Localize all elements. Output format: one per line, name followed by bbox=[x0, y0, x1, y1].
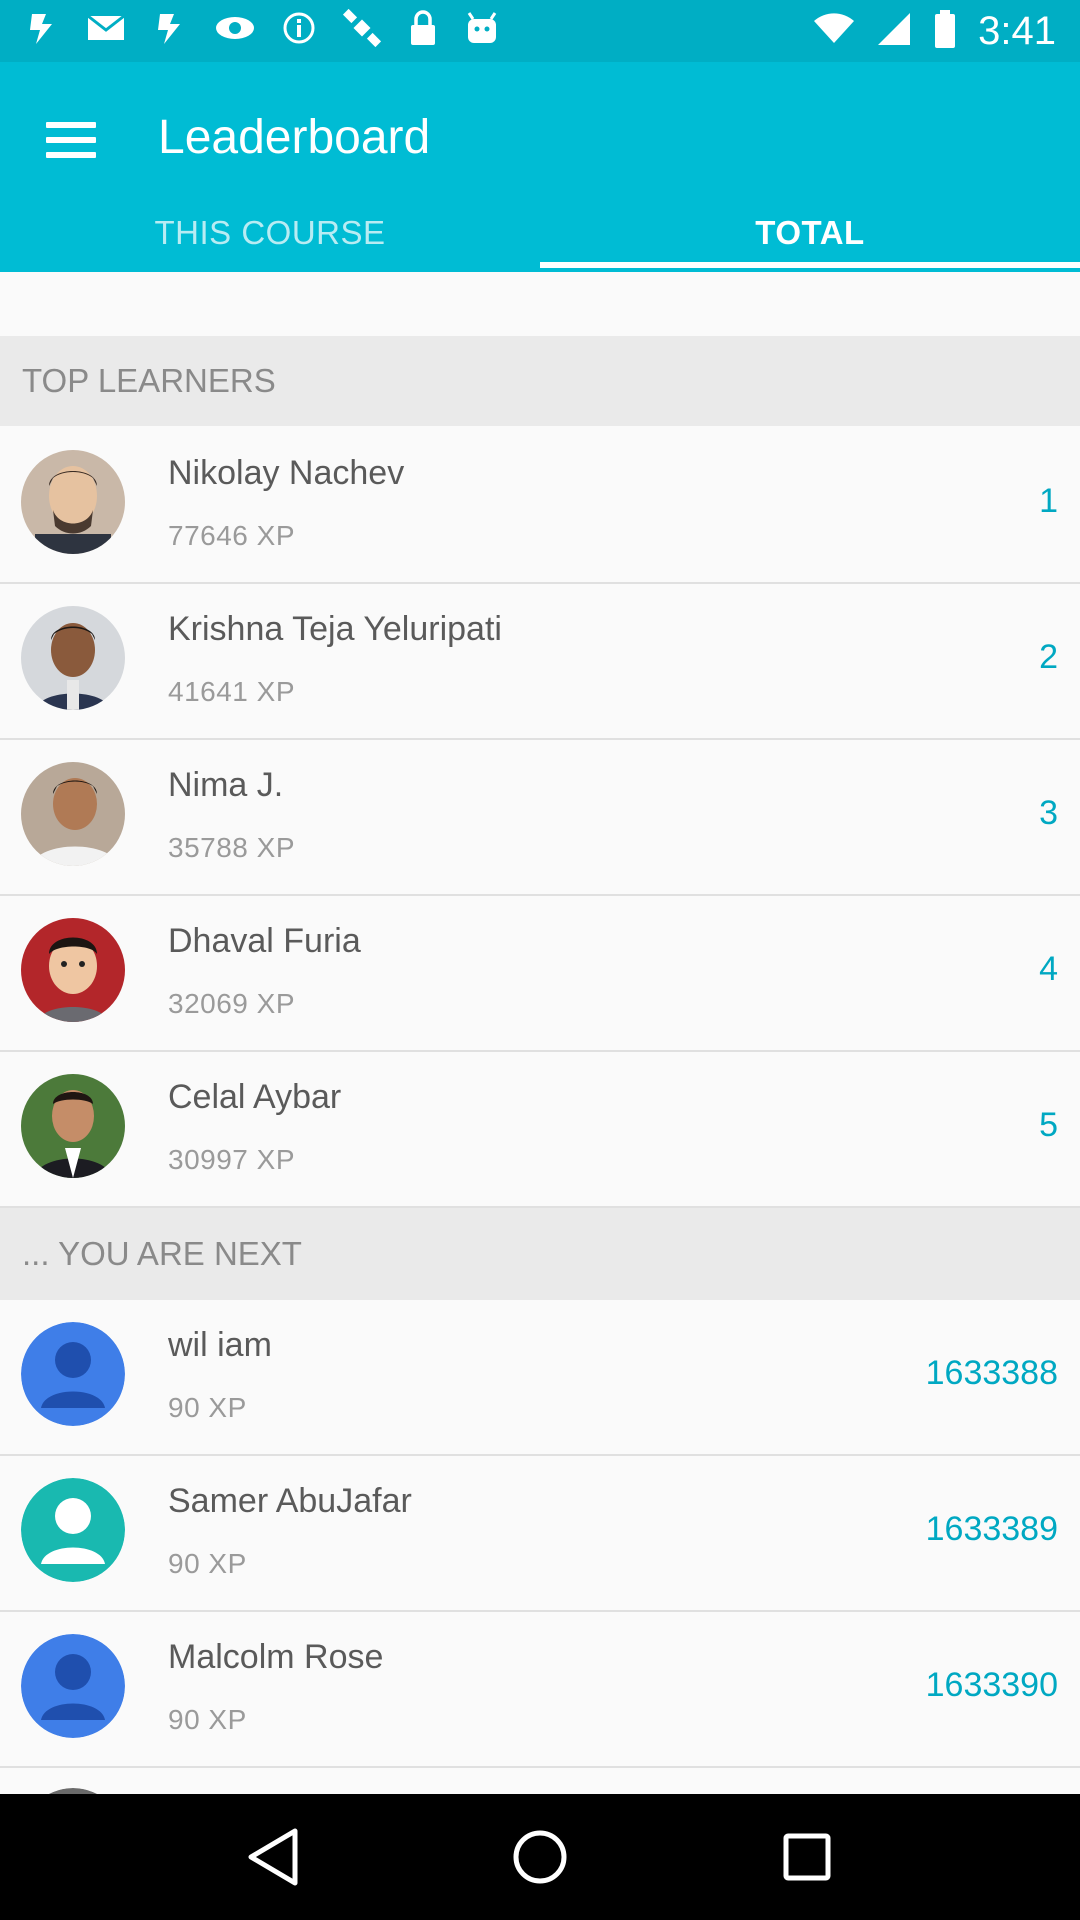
leaderboard-row[interactable]: Krishna Teja Yeluripati 41641 XP 2 bbox=[0, 584, 1080, 740]
learner-rank: 2 bbox=[1039, 638, 1058, 676]
section-header-you-are-next: ... YOU ARE NEXT bbox=[0, 1208, 1080, 1300]
home-icon bbox=[513, 1830, 567, 1884]
learner-rank: 1 bbox=[1039, 482, 1058, 520]
learner-rank: 1633390 bbox=[925, 1666, 1058, 1704]
lock-icon bbox=[408, 9, 438, 53]
status-bar: 3:41 bbox=[0, 0, 1080, 62]
avatar bbox=[21, 450, 125, 554]
learner-name: Malcolm Rose bbox=[168, 1638, 384, 1676]
leaderboard-row[interactable]: Nikolay Nachev 77646 XP 1 bbox=[0, 428, 1080, 584]
learner-rank: 4 bbox=[1039, 950, 1058, 988]
back-button[interactable] bbox=[233, 1817, 313, 1897]
learner-name: Krishna Teja Yeluripati bbox=[168, 610, 502, 648]
leaderboard-row[interactable]: Celal Aybar 30997 XP 5 bbox=[0, 1052, 1080, 1208]
learner-rank: 1633388 bbox=[925, 1354, 1058, 1392]
leaderboard-row[interactable]: wil iam 90 XP 1633388 bbox=[0, 1300, 1080, 1456]
default-avatar-icon bbox=[21, 1322, 125, 1426]
wifi-icon bbox=[814, 12, 855, 50]
page-title: Leaderboard bbox=[158, 111, 431, 164]
learner-xp: 35788 XP bbox=[168, 832, 295, 863]
menu-icon bbox=[46, 122, 96, 128]
status-time: 3:41 bbox=[978, 8, 1056, 53]
leaderboard-row[interactable]: Dhaval Furia 32069 XP 4 bbox=[0, 896, 1080, 1052]
satellite-icon bbox=[342, 8, 382, 54]
learner-xp: 90 XP bbox=[168, 1704, 247, 1735]
android-icon bbox=[464, 11, 500, 51]
recents-button[interactable] bbox=[767, 1817, 847, 1897]
leaderboard-row[interactable]: Samer AbuJafar 90 XP 1633389 bbox=[0, 1456, 1080, 1612]
recents-icon bbox=[783, 1833, 831, 1881]
leaderboard-row[interactable]: Malcolm Rose 90 XP 1633390 bbox=[0, 1612, 1080, 1768]
learner-name: Celal Aybar bbox=[168, 1078, 342, 1116]
app-icon bbox=[152, 10, 188, 52]
tab-this-course[interactable]: THIS COURSE bbox=[0, 204, 540, 272]
battery-icon bbox=[934, 9, 956, 53]
leaderboard-row[interactable]: Nima J. 35788 XP 3 bbox=[0, 740, 1080, 896]
learner-name: Nima J. bbox=[168, 766, 284, 804]
learner-name: wil iam bbox=[168, 1326, 272, 1364]
app-icon bbox=[24, 10, 60, 52]
menu-button[interactable] bbox=[46, 114, 98, 166]
eye-icon bbox=[214, 13, 256, 49]
learner-rank: 3 bbox=[1039, 794, 1058, 832]
learner-name: Dhaval Furia bbox=[168, 922, 361, 960]
default-avatar-icon bbox=[21, 1634, 125, 1738]
learner-xp: 90 XP bbox=[168, 1548, 247, 1579]
default-avatar-icon bbox=[21, 1478, 125, 1582]
leaderboard-row[interactable] bbox=[0, 1768, 1080, 1794]
learner-xp: 30997 XP bbox=[168, 1144, 295, 1175]
avatar bbox=[21, 1074, 125, 1178]
learner-rank: 5 bbox=[1039, 1106, 1058, 1144]
screen: 3:41 Leaderboard THIS COURSE TOTAL TOP L… bbox=[0, 0, 1080, 1920]
learner-xp: 77646 XP bbox=[168, 520, 295, 551]
back-icon bbox=[248, 1828, 298, 1886]
learner-xp: 32069 XP bbox=[168, 988, 295, 1019]
learner-name: Samer AbuJafar bbox=[168, 1482, 412, 1520]
learner-name: Nikolay Nachev bbox=[168, 454, 405, 492]
avatar bbox=[21, 918, 125, 1022]
avatar bbox=[21, 762, 125, 866]
learner-rank: 1633389 bbox=[925, 1510, 1058, 1548]
tab-indicator bbox=[540, 262, 1080, 268]
learner-xp: 90 XP bbox=[168, 1392, 247, 1423]
section-header-top-learners: TOP LEARNERS bbox=[0, 336, 1080, 426]
learner-xp: 41641 XP bbox=[168, 676, 295, 707]
signal-icon bbox=[876, 11, 912, 52]
info-icon bbox=[282, 11, 316, 51]
app-bar: Leaderboard THIS COURSE TOTAL bbox=[0, 62, 1080, 272]
home-button[interactable] bbox=[500, 1817, 580, 1897]
avatar bbox=[21, 606, 125, 710]
navigation-bar bbox=[0, 1794, 1080, 1920]
mail-icon bbox=[86, 12, 126, 50]
